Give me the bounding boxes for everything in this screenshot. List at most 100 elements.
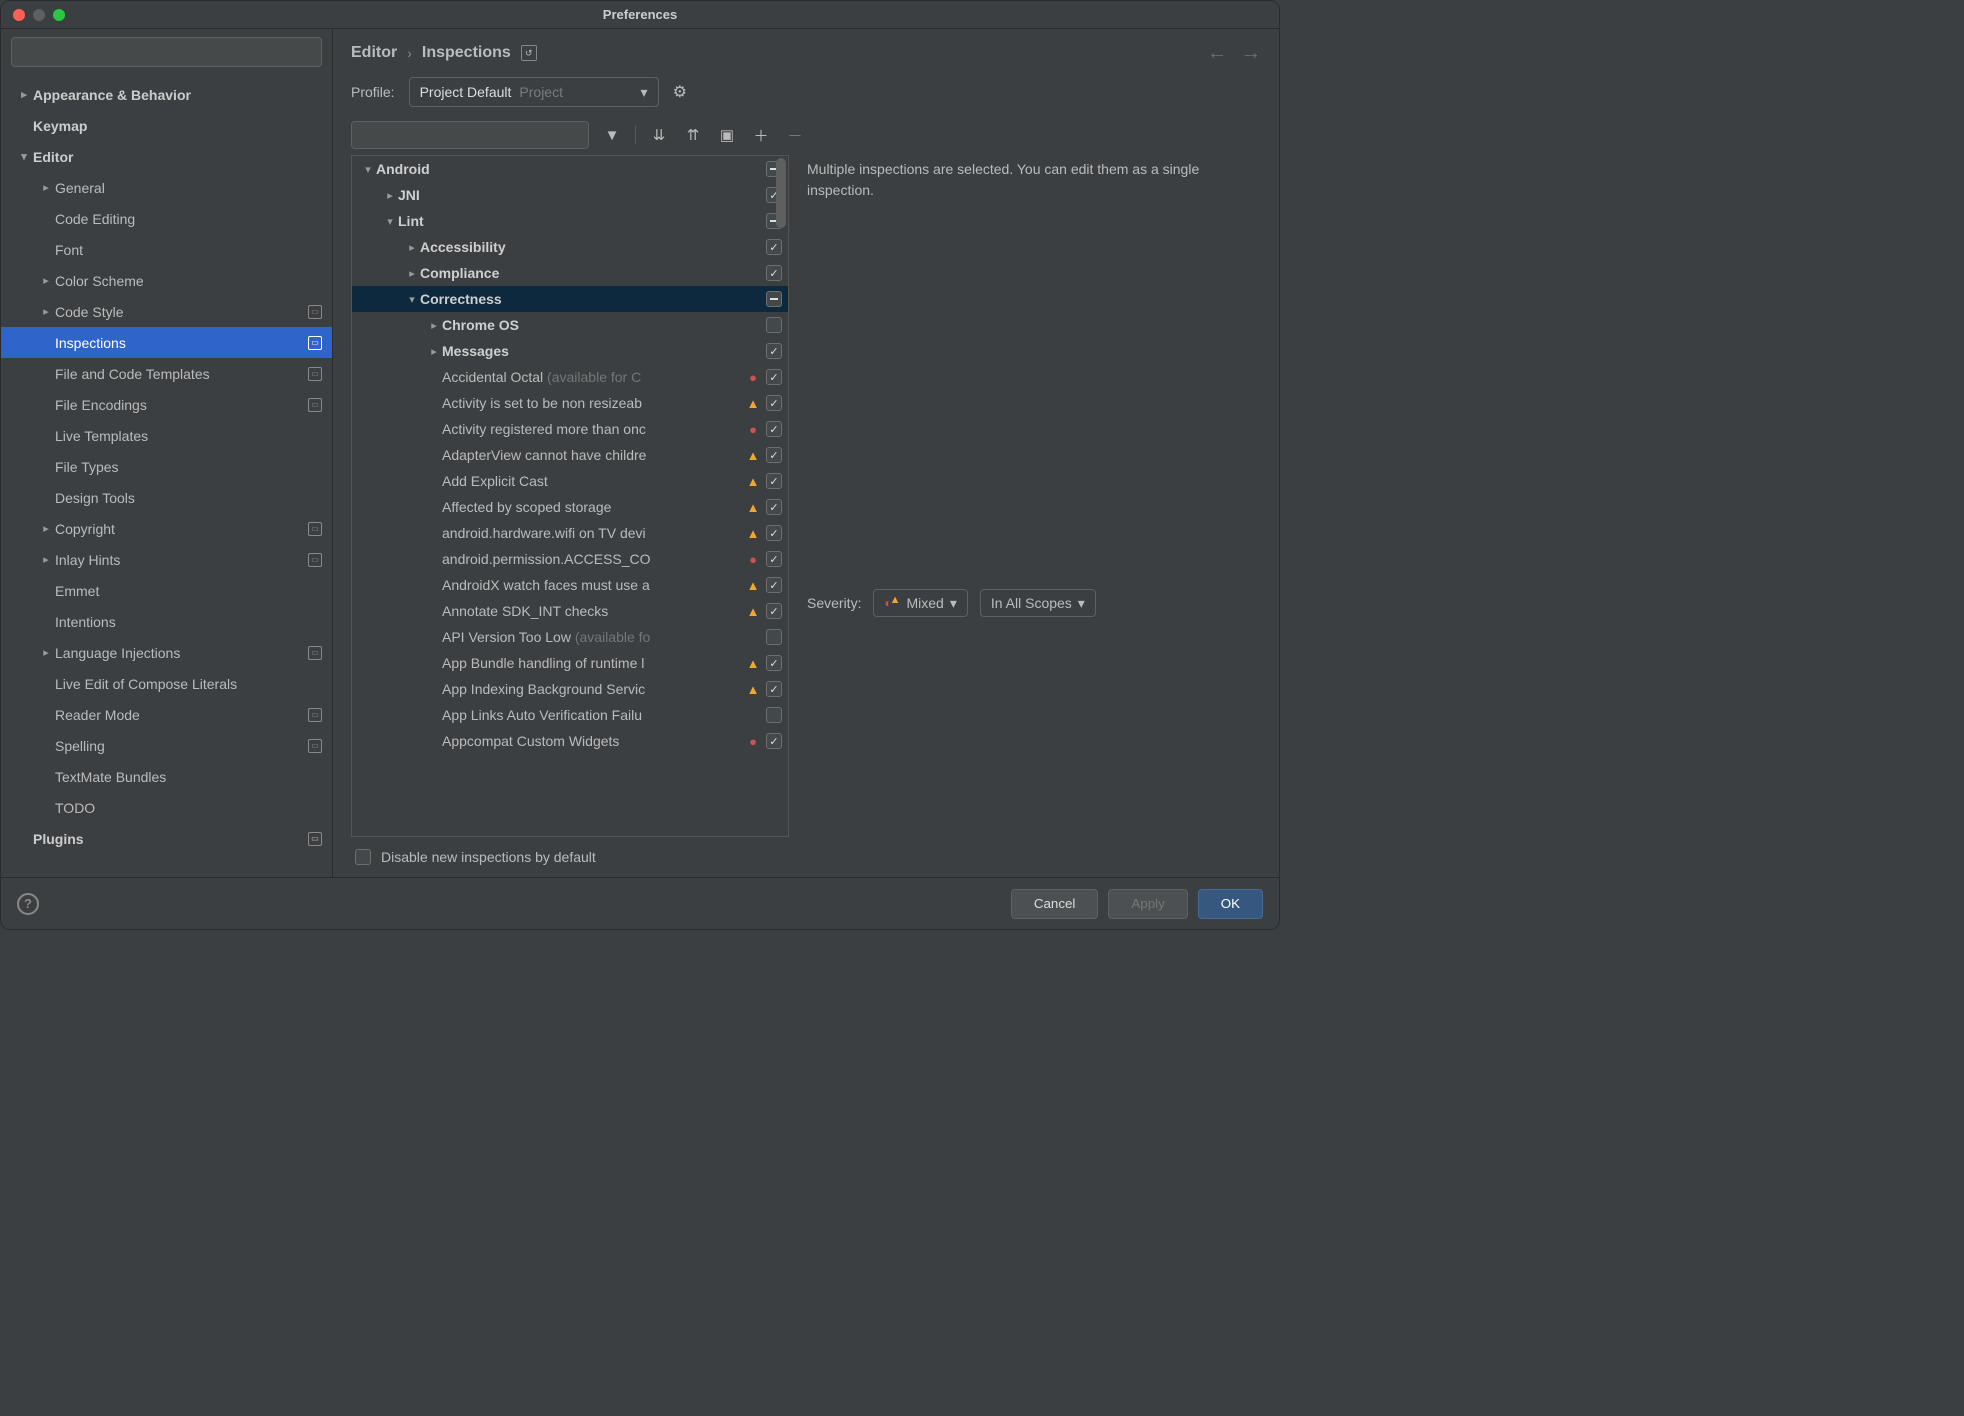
- inspection-row[interactable]: ▾Lint: [352, 208, 788, 234]
- sidebar-item[interactable]: ▸Color Scheme: [1, 265, 332, 296]
- chevron-icon: ▾: [15, 150, 33, 163]
- sidebar-item-label: Keymap: [33, 118, 322, 134]
- remove-icon[interactable]: －: [784, 125, 806, 146]
- chevron-icon: ▾: [404, 293, 420, 306]
- cancel-button[interactable]: Cancel: [1011, 889, 1099, 919]
- sidebar-item[interactable]: ▸Appearance & Behavior: [1, 79, 332, 110]
- inspection-row[interactable]: ▸JNI: [352, 182, 788, 208]
- sidebar-item[interactable]: Font: [1, 234, 332, 265]
- project-scope-icon: ▭: [308, 708, 322, 722]
- inspection-row[interactable]: App Bundle handling of runtime l▲: [352, 650, 788, 676]
- sidebar-item[interactable]: Live Templates: [1, 420, 332, 451]
- window-controls: [1, 9, 65, 21]
- add-icon[interactable]: ＋: [750, 125, 772, 146]
- dialog-footer: ? Cancel Apply OK: [1, 877, 1279, 929]
- error-icon: ●: [744, 370, 762, 385]
- scrollbar-thumb[interactable]: [776, 158, 786, 228]
- sidebar-item[interactable]: Plugins▭: [1, 823, 332, 854]
- sidebar-item[interactable]: Reader Mode▭: [1, 699, 332, 730]
- sidebar-item[interactable]: Code Editing: [1, 203, 332, 234]
- warning-icon: ▲: [744, 604, 762, 619]
- sidebar-item[interactable]: Live Edit of Compose Literals: [1, 668, 332, 699]
- chevron-icon: ▸: [37, 305, 55, 318]
- inspection-row[interactable]: ▸Accessibility: [352, 234, 788, 260]
- profile-dropdown[interactable]: Project Default Project ▾: [409, 77, 659, 107]
- inspection-row[interactable]: Add Explicit Cast▲: [352, 468, 788, 494]
- inspection-row[interactable]: ▸Chrome OS: [352, 312, 788, 338]
- sidebar-item[interactable]: File Encodings▭: [1, 389, 332, 420]
- inspection-row[interactable]: App Links Auto Verification Failu: [352, 702, 788, 728]
- sidebar-item-label: Inlay Hints: [55, 552, 308, 568]
- zoom-window-icon[interactable]: [53, 9, 65, 21]
- warning-icon: ▲: [744, 500, 762, 515]
- sidebar-item[interactable]: ▸Inlay Hints▭: [1, 544, 332, 575]
- chevron-icon: ▸: [15, 88, 33, 101]
- inspection-row[interactable]: Activity is set to be non resizeab▲: [352, 390, 788, 416]
- inspection-row[interactable]: ▾Android: [352, 156, 788, 182]
- scope-dropdown[interactable]: In All Scopes ▾: [980, 589, 1096, 617]
- inspection-label: Appcompat Custom Widgets: [442, 733, 744, 749]
- inspection-label: Accessibility: [420, 239, 744, 255]
- filter-icon[interactable]: ▼: [601, 127, 623, 144]
- reset-default-icon[interactable]: ▣: [716, 126, 738, 144]
- inspection-row[interactable]: API Version Too Low (available fo: [352, 624, 788, 650]
- sidebar-item[interactable]: TODO: [1, 792, 332, 823]
- inspection-row[interactable]: Accidental Octal (available for C●: [352, 364, 788, 390]
- sidebar-item[interactable]: Emmet: [1, 575, 332, 606]
- sidebar-item-label: Spelling: [55, 738, 308, 754]
- minimize-window-icon[interactable]: [33, 9, 45, 21]
- inspection-row[interactable]: ▸Messages: [352, 338, 788, 364]
- inspection-row[interactable]: Affected by scoped storage▲: [352, 494, 788, 520]
- close-window-icon[interactable]: [13, 9, 25, 21]
- inspection-label: Accidental Octal (available for C: [442, 369, 744, 385]
- inspection-row[interactable]: Appcompat Custom Widgets●: [352, 728, 788, 754]
- inspection-row[interactable]: Activity registered more than onc●: [352, 416, 788, 442]
- severity-dropdown[interactable]: ◐▲ Mixed ▾: [873, 589, 967, 617]
- forward-icon[interactable]: →: [1241, 42, 1261, 65]
- sidebar-item[interactable]: File Types: [1, 451, 332, 482]
- disable-label: Disable new inspections by default: [381, 849, 596, 865]
- sidebar-item[interactable]: Design Tools: [1, 482, 332, 513]
- disable-new-inspections-checkbox[interactable]: Disable new inspections by default: [351, 849, 596, 865]
- sidebar-item-label: General: [55, 180, 322, 196]
- inspection-row[interactable]: android.permission.ACCESS_CO●: [352, 546, 788, 572]
- inspection-row[interactable]: ▸Compliance: [352, 260, 788, 286]
- inspection-row[interactable]: AdapterView cannot have childre▲: [352, 442, 788, 468]
- inspection-row[interactable]: AndroidX watch faces must use a▲: [352, 572, 788, 598]
- inspection-row[interactable]: Annotate SDK_INT checks▲: [352, 598, 788, 624]
- apply-button[interactable]: Apply: [1108, 889, 1187, 919]
- sidebar-search-input[interactable]: [11, 37, 322, 67]
- gear-icon[interactable]: ⚙: [673, 82, 687, 102]
- sidebar-item[interactable]: TextMate Bundles: [1, 761, 332, 792]
- sidebar-item[interactable]: ▸General: [1, 172, 332, 203]
- sidebar-item[interactable]: Keymap: [1, 110, 332, 141]
- sidebar-item[interactable]: File and Code Templates▭: [1, 358, 332, 389]
- inspection-label: JNI: [398, 187, 744, 203]
- inspection-row[interactable]: App Indexing Background Servic▲: [352, 676, 788, 702]
- warning-icon: ▲: [744, 474, 762, 489]
- inspection-label: Messages: [442, 343, 744, 359]
- sidebar-item[interactable]: ▾Editor: [1, 141, 332, 172]
- scrollbar[interactable]: [776, 158, 786, 834]
- warning-icon: ▲: [744, 578, 762, 593]
- inspection-row[interactable]: ▾Correctness: [352, 286, 788, 312]
- reset-icon[interactable]: ↺: [521, 45, 537, 61]
- breadcrumb-root[interactable]: Editor: [351, 44, 397, 62]
- collapse-all-icon[interactable]: ⇈: [682, 126, 704, 144]
- sidebar-item[interactable]: Spelling▭: [1, 730, 332, 761]
- inspection-search-input[interactable]: [351, 121, 589, 149]
- sidebar-item-label: Plugins: [33, 831, 308, 847]
- back-icon[interactable]: ←: [1207, 42, 1227, 65]
- sidebar-item[interactable]: Inspections▭: [1, 327, 332, 358]
- inspection-row[interactable]: android.hardware.wifi on TV devi▲: [352, 520, 788, 546]
- inspection-label: Activity registered more than onc: [442, 421, 744, 437]
- sidebar-item[interactable]: ▸Language Injections▭: [1, 637, 332, 668]
- help-icon[interactable]: ?: [17, 893, 39, 915]
- expand-all-icon[interactable]: ⇊: [648, 126, 670, 144]
- sidebar-item[interactable]: ▸Code Style▭: [1, 296, 332, 327]
- sidebar-item[interactable]: Intentions: [1, 606, 332, 637]
- sidebar-item[interactable]: ▸Copyright▭: [1, 513, 332, 544]
- error-icon: ●: [744, 422, 762, 437]
- chevron-icon: ▸: [404, 267, 420, 280]
- ok-button[interactable]: OK: [1198, 889, 1263, 919]
